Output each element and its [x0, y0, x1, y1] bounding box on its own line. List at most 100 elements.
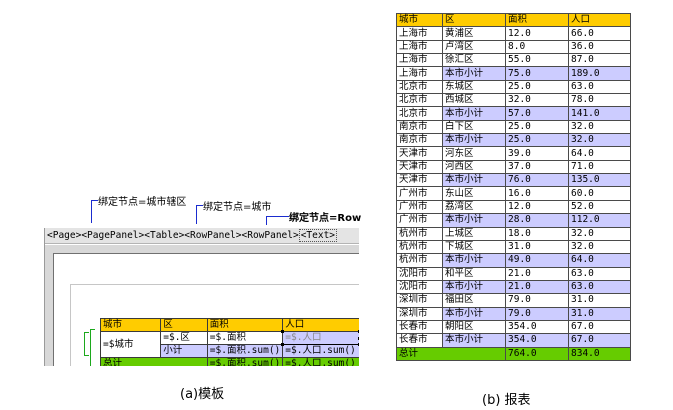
- report-population-cell: 60.0: [568, 186, 631, 201]
- report-area-cell: 16.0: [505, 186, 569, 201]
- template-total-row: 总计 =$.面积.sum() =$.人口.sum(): [100, 357, 359, 366]
- callout-line: [91, 200, 98, 223]
- report-city-cell: 杭州市: [396, 226, 443, 241]
- report-header-cell: 人口: [568, 12, 631, 28]
- breadcrumb-rowpanel[interactable]: <RowPanel>: [184, 230, 241, 241]
- report-population-cell: 78.0: [568, 93, 631, 108]
- report-population-cell: 32.0: [568, 119, 631, 135]
- report-row: 上海市 徐汇区 55.0 87.0: [396, 53, 631, 68]
- total-population-cell[interactable]: =$.人口.sum(): [282, 357, 359, 366]
- header-cell[interactable]: 城市: [99, 318, 162, 332]
- report-area-cell: 57.0: [505, 106, 569, 121]
- district-field-cell[interactable]: =$.区: [160, 331, 208, 345]
- report-area-cell: 25.0: [505, 133, 569, 148]
- report-city-cell: 北京市: [396, 79, 443, 95]
- report-population-cell: 31.0: [568, 293, 631, 308]
- area-field-cell[interactable]: =$.面积: [206, 331, 284, 345]
- report-row: 杭州市 下城区 31.0 32.0: [396, 239, 631, 255]
- rowpanel-bracket[interactable]: [84, 332, 89, 356]
- report-subtotal-row: 天津市 本市小计 76.0 135.0: [396, 173, 631, 188]
- report-area-cell: 354.0: [505, 333, 569, 348]
- report-district-cell: 和平区: [442, 266, 506, 281]
- report-header-cell: 城市: [396, 12, 443, 28]
- report-subtotal-row: 南京市 本市小计 25.0 32.0: [396, 133, 631, 148]
- city-field-cell[interactable]: =$城市: [99, 331, 162, 358]
- subtotal-population-cell[interactable]: =$.人口.sum(): [282, 344, 359, 358]
- report-city-cell: 广州市: [396, 186, 443, 201]
- report-row: 北京市 西城区 32.0 78.0: [396, 93, 631, 108]
- report-district-cell: 下城区: [442, 239, 506, 255]
- resize-handle[interactable]: [358, 337, 359, 340]
- report-city-cell: 南京市: [396, 119, 443, 135]
- report-city-cell: 沈阳市: [396, 279, 443, 295]
- report-population-cell: 31.0: [568, 306, 631, 321]
- breadcrumb-text[interactable]: <Text>: [298, 229, 338, 242]
- subtotal-label-cell[interactable]: 小计: [160, 344, 208, 358]
- template-header-row: 城市 区 面积 人口: [99, 318, 359, 332]
- template-table[interactable]: 城市 区 面积 人口 =$城市 =$.区 =$.面积 =$.人口 小计 =$.面…: [99, 318, 359, 366]
- report-district-cell: 上城区: [442, 226, 506, 241]
- resize-handle[interactable]: [281, 343, 285, 346]
- report-row: 长春市 朝阳区 354.0 67.0: [396, 319, 631, 335]
- resize-handle[interactable]: [281, 330, 285, 333]
- resize-handle[interactable]: [358, 330, 359, 333]
- report-population-cell: 189.0: [568, 66, 631, 81]
- design-page[interactable]: 城市 区 面积 人口 =$城市 =$.区 =$.面积 =$.人口 小计 =$.面…: [53, 253, 359, 366]
- breadcrumb-page[interactable]: <Page>: [47, 230, 81, 241]
- report-area-cell: 25.0: [505, 119, 569, 135]
- report-city-cell: 北京市: [396, 106, 443, 121]
- subtotal-area-cell[interactable]: =$.面积.sum(): [206, 344, 284, 358]
- total-label-cell[interactable]: 总计: [100, 357, 208, 366]
- report-area-cell: 18.0: [505, 226, 569, 241]
- report-row: 广州市 东山区 16.0 60.0: [396, 186, 631, 201]
- total-area-cell[interactable]: =$.面积.sum(): [206, 357, 284, 366]
- report-district-cell: 福田区: [442, 293, 506, 308]
- header-cell[interactable]: 面积: [206, 318, 284, 332]
- report-city-cell: 深圳市: [396, 293, 443, 308]
- report-city-cell: 长春市: [396, 333, 443, 348]
- resize-handle[interactable]: [358, 343, 359, 346]
- report-area-cell: 76.0: [505, 173, 569, 188]
- breadcrumb-rowpanel[interactable]: <RowPanel>: [242, 230, 299, 241]
- report-subtotal-row: 杭州市 本市小计 49.0 64.0: [396, 253, 631, 268]
- report-subtotal-label-cell: 本市小计: [442, 133, 506, 148]
- report-row: 广州市 荔湾区 12.0 52.0: [396, 199, 631, 215]
- report-total-row: 总计 764.0 834.0: [396, 346, 631, 361]
- report-city-cell: 杭州市: [396, 253, 443, 268]
- breadcrumb-table[interactable]: <Table>: [144, 230, 184, 241]
- header-cell[interactable]: 人口: [282, 318, 359, 332]
- report-district-cell: 东山区: [442, 186, 506, 201]
- report-area-cell: 32.0: [505, 93, 569, 108]
- report-district-cell: 河西区: [442, 159, 506, 175]
- report-population-cell: 67.0: [568, 319, 631, 335]
- report-area-cell: 12.0: [505, 26, 569, 41]
- caption-report: (b) 报表: [482, 393, 531, 408]
- report-city-cell: 沈阳市: [396, 266, 443, 281]
- report-row: 上海市 卢湾区 8.0 36.0: [396, 39, 631, 55]
- report-subtotal-row: 广州市 本市小计 28.0 112.0: [396, 213, 631, 228]
- report-area-cell: 31.0: [505, 239, 569, 255]
- report-population-cell: 63.0: [568, 279, 631, 295]
- header-cell[interactable]: 区: [160, 318, 208, 332]
- report-table: 城市 区 面积 人口 上海市 黄浦区 12.0 66.0 上海市 卢湾区 8.0 36.0 上海…: [396, 12, 631, 361]
- report-city-cell: 南京市: [396, 133, 443, 148]
- population-field-cell-selected[interactable]: =$.人口: [281, 330, 359, 346]
- report-city-cell: 北京市: [396, 93, 443, 108]
- report-subtotal-label-cell: 本市小计: [442, 279, 506, 295]
- report-population-cell: 112.0: [568, 213, 631, 228]
- report-row: 天津市 河东区 39.0 64.0: [396, 146, 631, 161]
- callout-line: [266, 216, 289, 225]
- breadcrumb-pagepanel[interactable]: <PagePanel>: [81, 230, 144, 241]
- report-area-cell: 21.0: [505, 266, 569, 281]
- report-area-cell: 354.0: [505, 319, 569, 335]
- rowpanel-bracket[interactable]: [90, 329, 95, 366]
- callout-line: [196, 205, 203, 224]
- callout-bind-row: 绑定节点=Row: [289, 213, 362, 224]
- report-population-cell: 36.0: [568, 39, 631, 55]
- report-row: 杭州市 上城区 18.0 32.0: [396, 226, 631, 241]
- report-area-cell: 75.0: [505, 66, 569, 81]
- report-population-cell: 63.0: [568, 79, 631, 95]
- report-area-cell: 79.0: [505, 306, 569, 321]
- breadcrumb: <Page><PagePanel><Table><RowPanel><RowPa…: [45, 228, 359, 244]
- report-population-cell: 32.0: [568, 226, 631, 241]
